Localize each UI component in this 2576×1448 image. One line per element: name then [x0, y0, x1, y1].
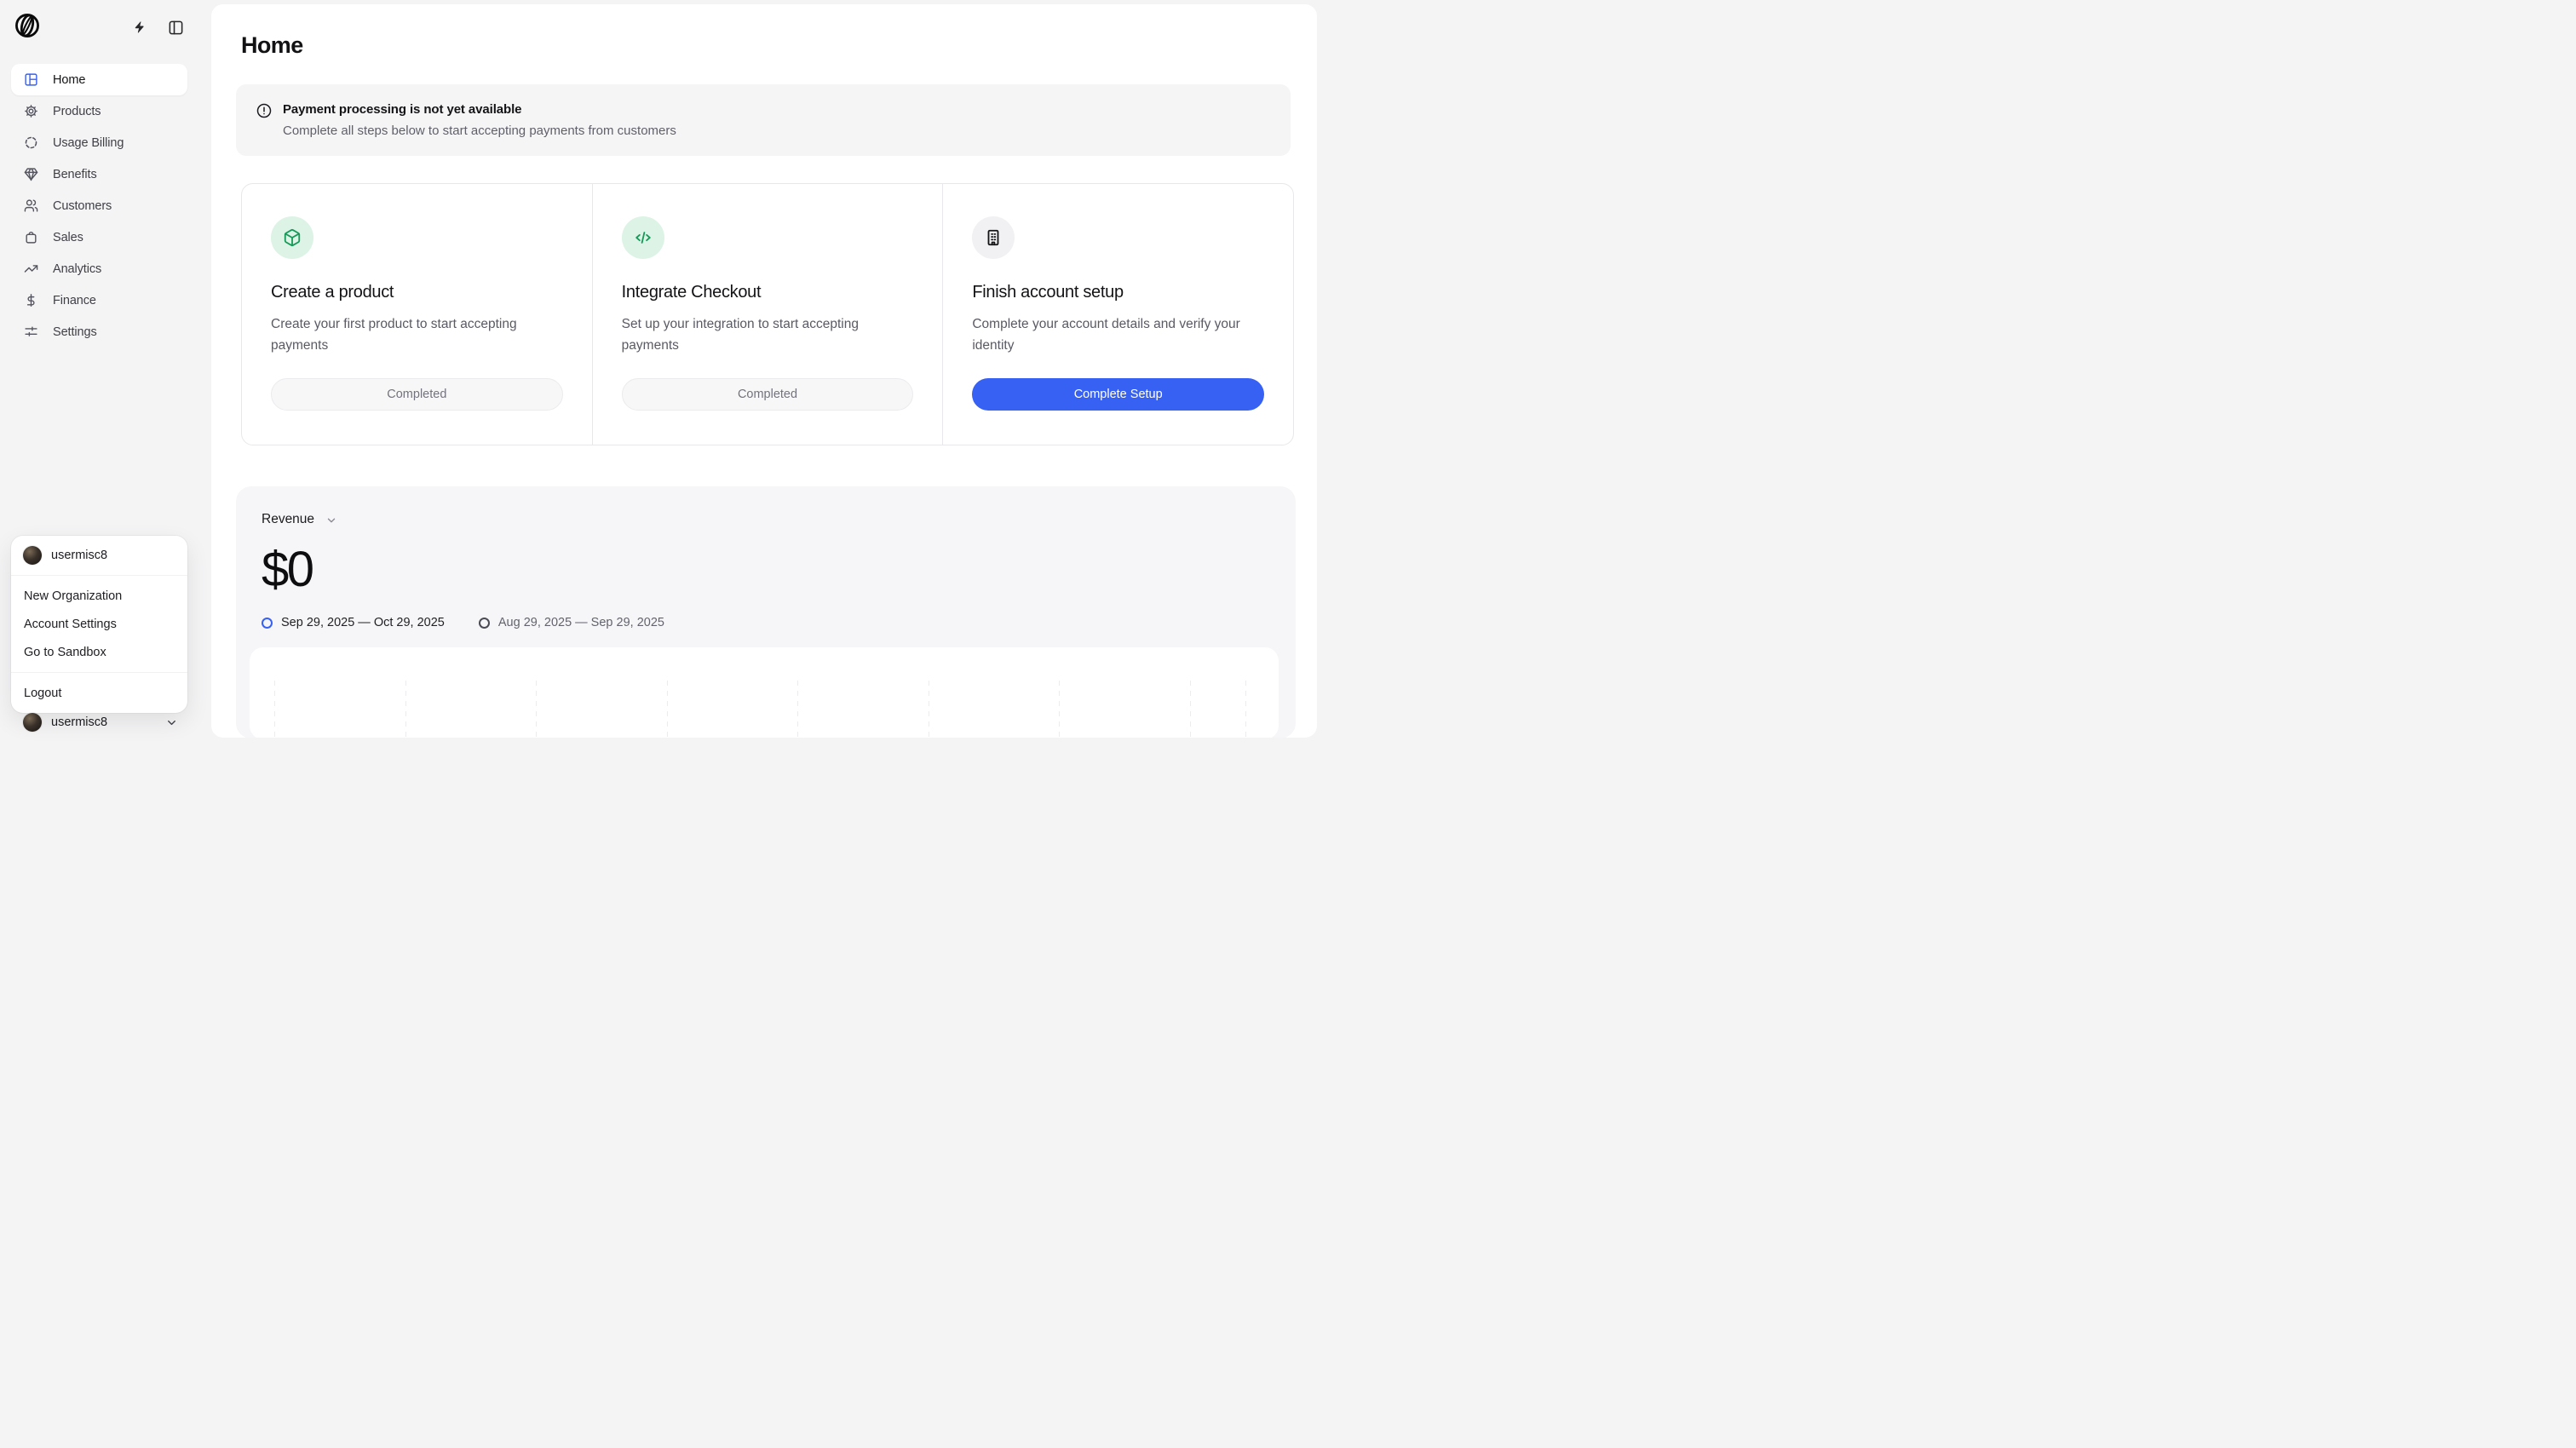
sidebar-item-label: Settings — [53, 325, 97, 339]
dashboard-icon — [24, 72, 38, 87]
sidebar-item-home[interactable]: Home — [11, 64, 187, 95]
sidebar-item-customers[interactable]: Customers — [11, 190, 187, 221]
sidebar-item-label: Sales — [53, 231, 83, 244]
sidebar-item-finance[interactable]: Finance — [11, 284, 187, 316]
icon-circle — [271, 216, 313, 259]
username: usermisc8 — [51, 715, 107, 729]
card-title: Integrate Checkout — [622, 283, 914, 302]
dollar-icon — [24, 293, 38, 307]
completed-button: Completed — [271, 378, 563, 411]
panel-left-icon — [168, 20, 184, 36]
sidebar-item-analytics[interactable]: Analytics — [11, 253, 187, 284]
menu-item-account-settings[interactable]: Account Settings — [11, 610, 187, 638]
metric-selector[interactable]: Revenue — [262, 512, 337, 527]
sidebar-item-label: Home — [53, 73, 85, 87]
setup-steps: Create a product Create your first produ… — [241, 183, 1294, 445]
polar-logo-icon[interactable] — [14, 13, 40, 38]
sidebar-item-usage-billing[interactable]: Usage Billing — [11, 127, 187, 158]
metric-value: $0 — [262, 541, 313, 598]
revenue-section: Revenue $0 Sep 29, 2025 — Oct 29, 2025 A… — [236, 486, 1296, 738]
card-description: Set up your integration to start accepti… — [622, 313, 914, 356]
alert-title: Payment processing is not yet available — [283, 102, 676, 117]
menu-item-new-organization[interactable]: New Organization — [11, 582, 187, 610]
username: usermisc8 — [51, 549, 107, 562]
users-icon — [24, 198, 38, 213]
code-icon — [634, 228, 653, 247]
sidebar-item-label: Usage Billing — [53, 136, 124, 150]
card-description: Create your first product to start accep… — [271, 313, 563, 356]
user-menu-group: New Organization Account Settings Go to … — [11, 576, 187, 673]
card-title: Create a product — [271, 283, 563, 302]
chart-gridlines — [250, 681, 1279, 738]
revenue-chart — [250, 647, 1279, 738]
period-label: Sep 29, 2025 — Oct 29, 2025 — [281, 616, 445, 629]
main-panel: Home Payment processing is not yet avail… — [211, 4, 1317, 738]
events-lightning-button[interactable] — [131, 19, 148, 36]
gem-icon — [24, 167, 38, 181]
sidebar-item-label: Customers — [53, 199, 112, 213]
sidebar-item-label: Finance — [53, 294, 96, 307]
alert-text: Payment processing is not yet available … — [283, 102, 676, 138]
sidebar-item-products[interactable]: Products — [11, 95, 187, 127]
shopping-bag-icon — [24, 230, 38, 244]
card-description: Complete your account details and verify… — [972, 313, 1264, 356]
alert-description: Complete all steps below to start accept… — [283, 124, 676, 138]
page-title: Home — [241, 32, 303, 59]
alert-circle-icon — [256, 103, 272, 118]
sidebar-nav: Home Products Usage Billing — [11, 64, 187, 348]
radio-ring-icon — [479, 618, 490, 629]
menu-item-go-to-sandbox[interactable]: Go to Sandbox — [11, 638, 187, 666]
period-toggles: Sep 29, 2025 — Oct 29, 2025 Aug 29, 2025… — [262, 616, 664, 629]
setup-card-integrate-checkout: Integrate Checkout Set up your integrati… — [592, 184, 943, 445]
lightning-icon — [133, 20, 147, 34]
sidebar-item-label: Benefits — [53, 168, 97, 181]
sidebar-user-button[interactable]: usermisc8 — [11, 708, 200, 737]
setup-card-create-product: Create a product Create your first produ… — [242, 184, 592, 445]
period-current[interactable]: Sep 29, 2025 — Oct 29, 2025 — [262, 616, 445, 629]
completed-button: Completed — [622, 378, 914, 411]
user-menu-popup: usermisc8 New Organization Account Setti… — [11, 536, 187, 713]
cog-icon — [24, 104, 38, 118]
avatar — [23, 713, 42, 732]
card-title: Finish account setup — [972, 283, 1264, 302]
package-icon — [283, 228, 302, 247]
user-menu-account-row[interactable]: usermisc8 — [11, 536, 187, 576]
payment-processing-alert: Payment processing is not yet available … — [236, 84, 1291, 156]
sidebar: Home Products Usage Billing — [0, 0, 211, 750]
radio-ring-icon — [262, 618, 273, 629]
icon-circle — [972, 216, 1015, 259]
sidebar-item-settings[interactable]: Settings — [11, 316, 187, 348]
user-menu-group: Logout — [11, 673, 187, 713]
setup-card-finish-account: Finish account setup Complete your accou… — [942, 184, 1293, 445]
complete-setup-button[interactable]: Complete Setup — [972, 378, 1264, 411]
chevron-down-icon — [325, 514, 337, 526]
trending-up-icon — [24, 261, 38, 276]
period-previous[interactable]: Aug 29, 2025 — Sep 29, 2025 — [479, 616, 664, 629]
period-label: Aug 29, 2025 — Sep 29, 2025 — [498, 616, 664, 629]
sidebar-item-label: Analytics — [53, 262, 101, 276]
sidebar-item-benefits[interactable]: Benefits — [11, 158, 187, 190]
avatar — [23, 546, 42, 565]
icon-circle — [622, 216, 664, 259]
building-icon — [984, 228, 1003, 247]
collapse-sidebar-button[interactable] — [167, 19, 184, 36]
sidebar-item-label: Products — [53, 105, 101, 118]
sidebar-item-sales[interactable]: Sales — [11, 221, 187, 253]
metric-label: Revenue — [262, 512, 314, 527]
menu-item-logout[interactable]: Logout — [11, 679, 187, 707]
dashed-circle-icon — [24, 135, 38, 150]
chevron-down-icon — [165, 716, 178, 729]
sliders-icon — [24, 325, 38, 339]
